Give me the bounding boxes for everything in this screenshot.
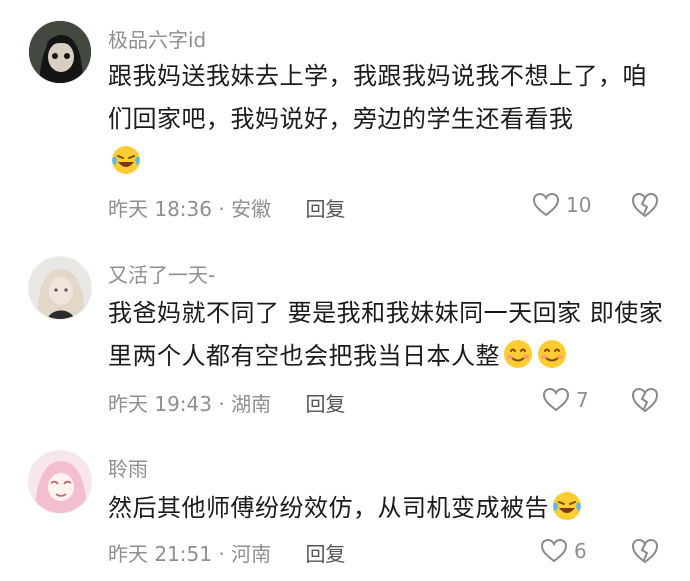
- broken-heart-icon: [630, 536, 660, 566]
- avatar[interactable]: [28, 20, 92, 84]
- username[interactable]: 聆雨: [108, 453, 148, 482]
- dislike-button[interactable]: [630, 190, 660, 220]
- smile-emoji-icon: [502, 338, 534, 370]
- comment-meta: 昨天 18:36 · 安徽 回复: [108, 193, 345, 222]
- comment-text: 跟我妈送我妹去上学，我跟我妈说我不想上了，咱们回家吧，我妈说好，旁边的学生还看看…: [108, 55, 668, 184]
- comment-text: 我爸妈就不同了 要是我和我妹妹同一天回家 即使家里两个人都有空也会把我当日本人整: [108, 292, 668, 378]
- heart-icon: [532, 191, 560, 219]
- heart-icon: [542, 386, 570, 414]
- laugh-cry-emoji-icon: [110, 144, 142, 176]
- smile-emoji-icon: [536, 338, 568, 370]
- comment-text-body: 我爸妈就不同了 要是我和我妹妹同一天回家 即使家里两个人都有空也会把我当日本人整: [108, 299, 664, 370]
- like-button[interactable]: 10: [532, 189, 591, 221]
- broken-heart-icon: [630, 190, 660, 220]
- timestamp-location: 昨天 19:43 · 湖南: [108, 392, 272, 416]
- dislike-button[interactable]: [630, 385, 660, 415]
- dislike-button[interactable]: [630, 536, 660, 566]
- reply-button[interactable]: 回复: [305, 542, 345, 566]
- comment-text-body: 跟我妈送我妹去上学，我跟我妈说我不想上了，咱们回家吧，我妈说好，旁边的学生还看看…: [108, 62, 647, 133]
- heart-icon: [540, 537, 568, 565]
- laugh-cry-emoji-icon: [551, 490, 583, 522]
- comment-text: 然后其他师傅纷纷效仿，从司机变成被告: [108, 487, 668, 530]
- like-button[interactable]: 6: [540, 535, 587, 567]
- reply-button[interactable]: 回复: [305, 197, 345, 221]
- username[interactable]: 极品六字id: [108, 24, 206, 53]
- reply-button[interactable]: 回复: [305, 392, 345, 416]
- timestamp-location: 昨天 21:51 · 河南: [108, 542, 272, 566]
- like-count: 6: [574, 539, 587, 563]
- username[interactable]: 又活了一天-: [108, 259, 215, 288]
- like-button[interactable]: 7: [542, 384, 589, 416]
- like-count: 10: [566, 193, 592, 217]
- comment-meta: 昨天 21:51 · 河南 回复: [108, 538, 345, 567]
- comment-text-body: 然后其他师傅纷纷效仿，从司机变成被告: [108, 494, 549, 522]
- like-count: 7: [576, 388, 589, 412]
- timestamp-location: 昨天 18:36 · 安徽: [108, 197, 272, 221]
- broken-heart-icon: [630, 385, 660, 415]
- comment-meta: 昨天 19:43 · 湖南 回复: [108, 388, 345, 417]
- avatar[interactable]: [28, 450, 92, 514]
- avatar[interactable]: [28, 256, 92, 320]
